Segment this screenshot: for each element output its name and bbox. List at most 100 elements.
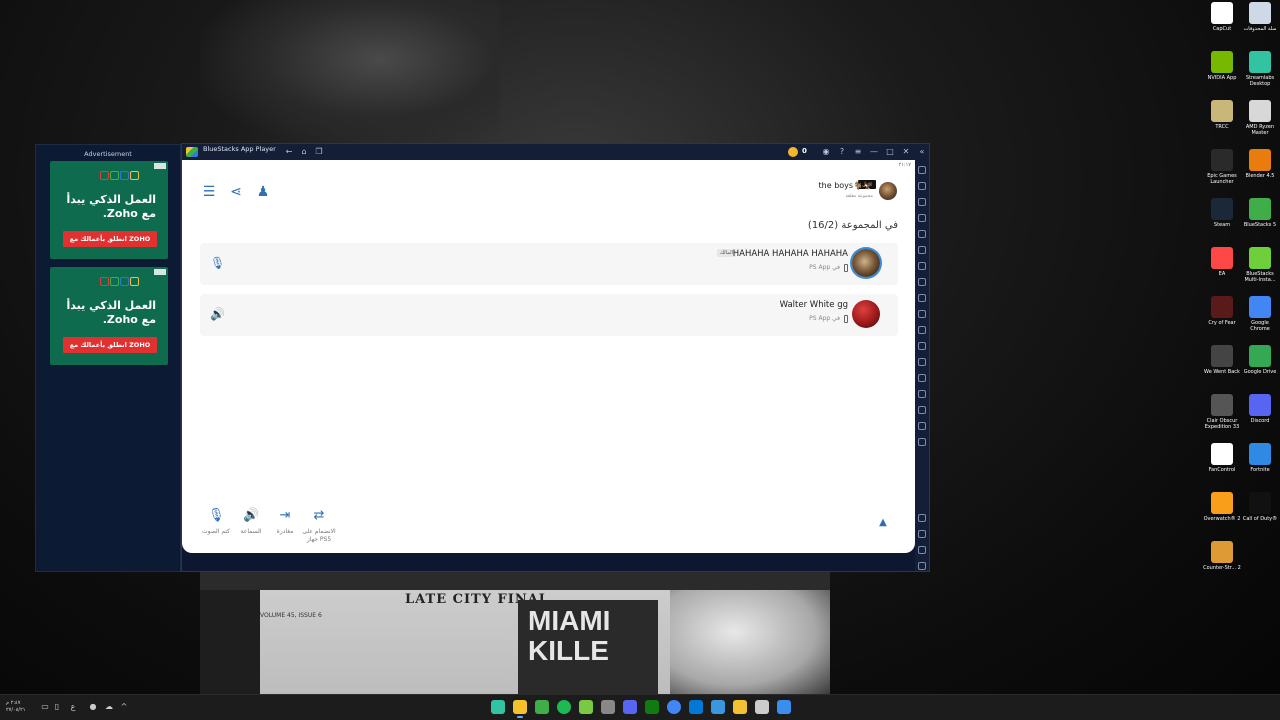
language-icon[interactable]: ع	[68, 702, 78, 712]
ad-cta-button[interactable]: انطلق بأعمالك مع ZOHO	[63, 231, 157, 247]
member-row[interactable]: 🎙 المالك HAHAHA HAHAHA HAHAHA في PS App	[200, 243, 898, 285]
media-folder-icon[interactable]	[918, 310, 926, 318]
xbox-taskbar-icon[interactable]	[645, 700, 659, 714]
collapse-sidebar-icon[interactable]: «	[917, 147, 927, 157]
desktop-icon[interactable]: سلة المحذوفات	[1241, 2, 1279, 32]
chevron-up-icon[interactable]: ▲	[875, 515, 891, 531]
cloud-tray-icon[interactable]: ☁	[104, 702, 114, 712]
controls-icon[interactable]	[918, 214, 926, 222]
ad-card[interactable]: العمل الذكي يبدأ مع Zoho. انطلق بأعمالك …	[50, 161, 168, 259]
back-icon[interactable]: ←	[284, 147, 294, 157]
desktop-icon[interactable]: BlueStacks 5	[1241, 198, 1279, 228]
notepad-taskbar-icon[interactable]	[755, 700, 769, 714]
eco-mode-icon[interactable]	[918, 374, 926, 382]
settings-icon[interactable]	[918, 514, 926, 522]
app-icon	[1249, 296, 1271, 318]
desktop-icon[interactable]: Streamlabs Desktop	[1241, 51, 1279, 87]
layers-icon[interactable]	[918, 406, 926, 414]
settings-sliders-icon[interactable]: ☰	[201, 184, 217, 200]
desktop-icon[interactable]: TRCC	[1203, 100, 1241, 130]
recents-nav-icon[interactable]	[918, 562, 926, 570]
fullscreen-icon[interactable]	[918, 166, 926, 174]
delete-icon[interactable]	[918, 390, 926, 398]
macro-icon[interactable]	[918, 246, 926, 254]
group-avatar[interactable]	[879, 182, 897, 200]
help-icon[interactable]: ?	[837, 147, 847, 157]
info-icon[interactable]	[918, 422, 926, 430]
chrome-taskbar-icon[interactable]	[667, 700, 681, 714]
desktop-icon[interactable]: AMD Ryzen Master	[1241, 100, 1279, 136]
leave-icon: ⇥	[279, 508, 291, 523]
home-nav-icon[interactable]	[918, 546, 926, 554]
spotify-taskbar-icon[interactable]	[557, 700, 571, 714]
desktop-icon[interactable]: Clair Obscur Expedition 33	[1203, 394, 1241, 430]
desktop-icon[interactable]: Epic Games Launcher	[1203, 149, 1241, 185]
screenshot-icon[interactable]	[918, 294, 926, 302]
desktop-icon[interactable]: Cry of Fear	[1203, 296, 1241, 326]
shake-icon[interactable]	[918, 342, 926, 350]
desktop-icon-label: BlueStacks Multi-Insta...	[1244, 271, 1276, 283]
member-row[interactable]: 🔊 Walter White gg في PS App	[200, 294, 898, 336]
rotate-icon[interactable]	[918, 358, 926, 366]
settings-taskbar-icon[interactable]	[601, 700, 615, 714]
avatar[interactable]	[852, 300, 880, 328]
desktop-icon[interactable]: Google Drive	[1241, 345, 1279, 375]
menu-icon[interactable]: ≡	[853, 147, 863, 157]
desktop-icon[interactable]: Steam	[1203, 198, 1241, 228]
join-on-ps5-button[interactable]: ⇄ الانضمام على جهاز PS5	[299, 508, 339, 544]
discord-taskbar-icon[interactable]	[623, 700, 637, 714]
ad-cta-button[interactable]: انطلق بأعمالك مع ZOHO	[63, 337, 157, 353]
coin-icon	[788, 147, 798, 157]
location-icon[interactable]	[918, 326, 926, 334]
keyboard-icon[interactable]	[918, 198, 926, 206]
desktop-icon-label: Clair Obscur Expedition 33	[1204, 418, 1240, 430]
maximize-icon[interactable]: □	[885, 147, 895, 157]
close-icon[interactable]: ✕	[901, 147, 911, 157]
bluestacks-taskbar-icon[interactable]	[513, 700, 527, 718]
bluestacks-multi-taskbar-icon[interactable]	[535, 700, 549, 714]
desktop-icon[interactable]: Blender 4.5	[1241, 149, 1279, 179]
desktop-icon[interactable]: We Went Back	[1203, 345, 1241, 375]
mute-button[interactable]: 🎙 كتم الصوت	[196, 508, 236, 536]
desktop-icon[interactable]: Counter-Str... 2	[1203, 541, 1241, 571]
speaker-icon[interactable]: 🔊	[210, 306, 225, 322]
streamlabs-taskbar-icon[interactable]	[491, 700, 505, 714]
desktop-icon[interactable]: BlueStacks Multi-Insta...	[1241, 247, 1279, 283]
desktop-icon[interactable]: CapCut	[1203, 2, 1241, 32]
multi-instance-icon[interactable]	[918, 438, 926, 446]
volume-icon[interactable]	[918, 182, 926, 190]
account-icon[interactable]: ◉	[821, 147, 831, 157]
mic-tray-icon[interactable]: ●	[88, 702, 98, 712]
sync-icon[interactable]	[918, 230, 926, 238]
network-icon[interactable]: ▯	[52, 702, 62, 712]
microphone-icon[interactable]: 🎙	[210, 255, 225, 271]
share-icon[interactable]: ⋖	[228, 184, 244, 200]
clock[interactable]: ٢:٤٧ م ٢٧/٠٨/٢١	[6, 700, 25, 714]
start-taskbar-icon[interactable]	[777, 700, 791, 714]
chevron-up-tray-icon[interactable]: ^	[119, 702, 129, 712]
outlook-taskbar-icon[interactable]	[689, 700, 703, 714]
apk-icon[interactable]	[918, 278, 926, 286]
minimize-icon[interactable]: —	[869, 147, 879, 157]
avatar[interactable]	[852, 249, 880, 277]
desktop-icon[interactable]: Fortnite	[1241, 443, 1279, 473]
desktop-icon[interactable]: EA	[1203, 247, 1241, 277]
file-explorer-taskbar-icon[interactable]	[733, 700, 747, 714]
back-nav-icon[interactable]	[918, 530, 926, 538]
recent-apps-icon[interactable]: ❐	[314, 147, 324, 157]
app-taskbar-icon[interactable]	[579, 700, 593, 714]
desktop-icon[interactable]: NVIDIA App	[1203, 51, 1241, 81]
desktop-icon[interactable]: Call of Duty®	[1241, 492, 1279, 522]
record-icon[interactable]	[918, 262, 926, 270]
ad-card[interactable]: العمل الذكي يبدأ مع Zoho. انطلق بأعمالك …	[50, 267, 168, 365]
desktop-icon[interactable]: Discord	[1241, 394, 1279, 424]
app-icon	[1211, 51, 1233, 73]
edge-taskbar-icon[interactable]	[711, 700, 725, 714]
add-member-icon[interactable]: ♟	[255, 184, 271, 200]
desktop-icon[interactable]: Overwatch® 2	[1203, 492, 1241, 522]
poster-figure	[670, 590, 830, 694]
home-icon[interactable]: ⌂	[299, 147, 309, 157]
desktop-icon[interactable]: FanControl	[1203, 443, 1241, 473]
notification-icon[interactable]: ▭	[40, 702, 50, 712]
desktop-icon[interactable]: Google Chrome	[1241, 296, 1279, 332]
